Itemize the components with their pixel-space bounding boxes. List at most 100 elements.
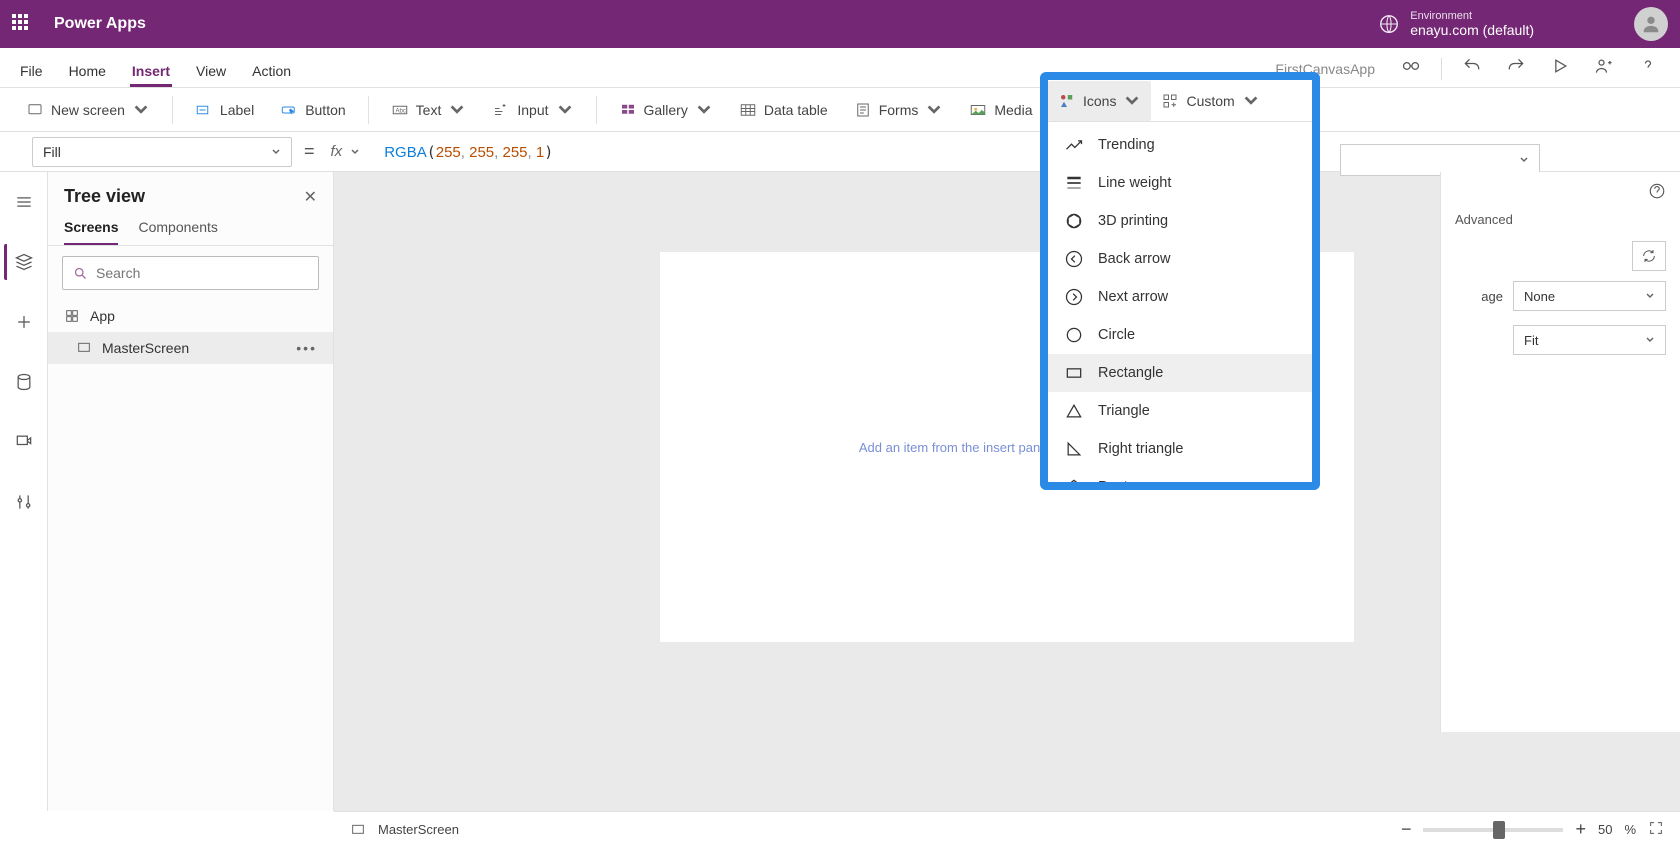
pentagon-icon [1064, 477, 1084, 482]
custom-button[interactable]: Custom [1151, 81, 1269, 121]
tab-screens[interactable]: Screens [64, 219, 118, 245]
icon-item-circle[interactable]: Circle [1048, 316, 1312, 354]
zoom-percent: % [1624, 822, 1636, 837]
text-button[interactable]: Abc Text [381, 95, 477, 125]
rail-hamburger[interactable] [6, 184, 42, 220]
screen-icon [76, 340, 92, 356]
chevron-down-icon [271, 147, 281, 157]
help-button[interactable] [1634, 54, 1662, 83]
zoom-value: 50 [1598, 822, 1612, 837]
search-icon [73, 266, 88, 281]
chevron-down-icon [1645, 291, 1655, 301]
icon-item-triangle[interactable]: Triangle [1048, 392, 1312, 430]
properties-panel: Advanced age None Fit [1440, 172, 1680, 732]
chevron-down-icon [1242, 92, 1260, 110]
icon-item-nextarrow[interactable]: Next arrow [1048, 278, 1312, 316]
menu-action[interactable]: Action [250, 53, 293, 87]
statusbar: MasterScreen − + 50 % [334, 811, 1680, 847]
tree-search-input[interactable] [96, 265, 308, 281]
app-title: Power Apps [54, 15, 146, 33]
menu-home[interactable]: Home [67, 53, 108, 87]
play-button[interactable] [1546, 54, 1574, 83]
left-rail [0, 172, 48, 811]
fx-indicator[interactable]: fx [327, 143, 365, 160]
fit-to-window[interactable] [1648, 820, 1664, 839]
menu-insert[interactable]: Insert [130, 53, 172, 87]
undo-button[interactable] [1458, 54, 1486, 83]
environment-value: enayu.com (default) [1410, 22, 1534, 38]
property-select[interactable]: Fill [32, 137, 292, 167]
rail-media[interactable] [6, 424, 42, 460]
icon-item-backarrow[interactable]: Back arrow [1048, 240, 1312, 278]
icon-item-3dprinting[interactable]: 3D printing [1048, 202, 1312, 240]
icons-icon [1058, 92, 1076, 110]
icon-item-righttriangle[interactable]: Right triangle [1048, 430, 1312, 468]
rail-insert[interactable] [6, 304, 42, 340]
forms-icon [854, 101, 872, 119]
props-field-fit: Fit [1455, 325, 1666, 355]
props-select-image[interactable]: None [1513, 281, 1666, 311]
icon-item-pentagon[interactable]: Pentagon [1048, 468, 1312, 482]
icon-item-trending[interactable]: Trending [1048, 126, 1312, 164]
icon-item-rectangle[interactable]: Rectangle [1048, 354, 1312, 392]
icons-button[interactable]: Icons [1048, 81, 1151, 121]
help-icon[interactable] [1648, 182, 1666, 200]
gallery-button[interactable]: Gallery [609, 95, 723, 125]
3dprinting-icon [1064, 211, 1084, 231]
environment-icon [1378, 13, 1400, 35]
label-icon [195, 101, 213, 119]
app-icon [64, 308, 80, 324]
insert-ribbon: New screen Label Button Abc Text Input G… [0, 88, 1680, 132]
tree-search[interactable] [62, 256, 319, 290]
rail-advanced[interactable] [6, 484, 42, 520]
chevron-down-icon [556, 101, 574, 119]
button-control-button[interactable]: Button [270, 95, 355, 125]
person-icon [1640, 13, 1662, 35]
tree-panel: Tree view ✕ Screens Components App Maste… [48, 172, 334, 811]
rail-treeview[interactable] [4, 244, 40, 280]
share-button[interactable] [1590, 54, 1618, 83]
datatable-button[interactable]: Data table [729, 95, 838, 125]
app-checker-button[interactable] [1397, 54, 1425, 83]
tab-components[interactable]: Components [138, 219, 217, 245]
triangle-icon [1064, 401, 1084, 421]
chevron-down-icon [132, 101, 150, 119]
new-screen-button[interactable]: New screen [16, 95, 160, 125]
chevron-down-icon [1519, 155, 1529, 165]
zoom-in[interactable]: + [1575, 819, 1586, 840]
icons-list[interactable]: Trending Line weight 3D printing Back ar… [1048, 122, 1312, 482]
props-select-fit[interactable]: Fit [1513, 325, 1666, 355]
icon-item-lineweight[interactable]: Line weight [1048, 164, 1312, 202]
menu-view[interactable]: View [194, 53, 228, 87]
tab-advanced[interactable]: Advanced [1455, 206, 1666, 241]
trending-icon [1064, 135, 1084, 155]
tree-item-app[interactable]: App [48, 300, 333, 332]
waffle-icon[interactable] [12, 14, 32, 34]
svg-text:Abc: Abc [395, 108, 405, 114]
tree-item-masterscreen[interactable]: MasterScreen ••• [48, 332, 333, 364]
tree-item-more[interactable]: ••• [296, 340, 317, 356]
zoom-out[interactable]: − [1401, 819, 1412, 840]
equals-sign: = [304, 141, 315, 162]
environment-picker[interactable]: Environment enayu.com (default) [1378, 10, 1534, 39]
menubar: File Home Insert View Action FirstCanvas… [0, 48, 1680, 88]
redo-button[interactable] [1502, 54, 1530, 83]
input-button[interactable]: Input [482, 95, 583, 125]
forms-button[interactable]: Forms [844, 95, 954, 125]
main-area: Tree view ✕ Screens Components App Maste… [0, 172, 1680, 811]
props-field-image: age None [1455, 281, 1666, 311]
chevron-down-icon [1123, 92, 1141, 110]
rectangle-icon [1064, 363, 1084, 383]
menu-file[interactable]: File [18, 53, 45, 87]
label-button[interactable]: Label [185, 95, 264, 125]
refresh-button[interactable] [1632, 241, 1666, 271]
input-icon [492, 101, 510, 119]
righttriangle-icon [1064, 439, 1084, 459]
tree-close[interactable]: ✕ [304, 187, 317, 207]
rail-data[interactable] [6, 364, 42, 400]
user-avatar[interactable] [1634, 7, 1668, 41]
zoom-slider[interactable] [1423, 828, 1563, 832]
circle-icon [1064, 325, 1084, 345]
environment-label: Environment [1410, 10, 1534, 23]
text-icon: Abc [391, 101, 409, 119]
